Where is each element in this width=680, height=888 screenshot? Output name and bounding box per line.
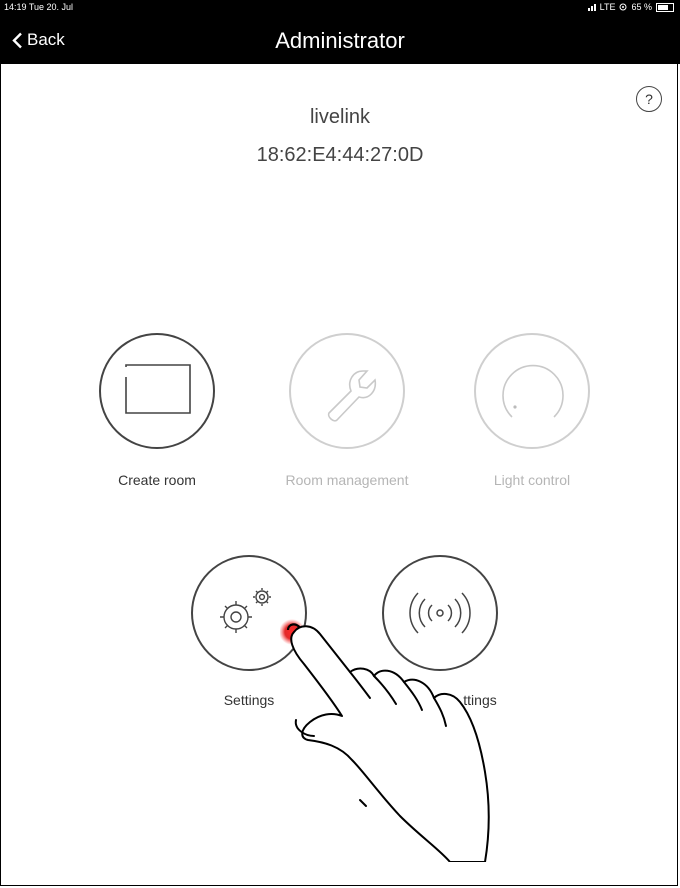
device-mac-address: 18:62:E4:44:27:0D [256, 144, 424, 166]
status-time-date: 14:19 Tue 20. Jul [4, 2, 74, 12]
device-name: livelink [309, 106, 371, 128]
battery-icon [656, 2, 674, 12]
wrench-icon [327, 370, 377, 422]
location-icon [619, 3, 627, 11]
status-bar: 14:19 Tue 20. Jul LTE 65 % [0, 0, 680, 14]
pointing-hand-icon [280, 619, 490, 862]
signal-icon [587, 3, 596, 11]
room-icon [125, 364, 191, 414]
status-right: LTE 65 % [587, 2, 674, 12]
page-title: Administrator [275, 28, 405, 53]
network-type: LTE [599, 2, 616, 12]
room-management-label: Room management [285, 472, 409, 488]
light-control-label: Light control [493, 472, 571, 488]
battery-percent: 65 % [631, 2, 652, 12]
create-room-label: Create room [118, 472, 196, 488]
light-control-button[interactable] [474, 333, 590, 449]
nav-bar: Back Administrator [0, 14, 680, 64]
room-management-button[interactable] [289, 333, 405, 449]
dial-icon [502, 364, 564, 418]
create-room-button[interactable] [99, 333, 215, 449]
